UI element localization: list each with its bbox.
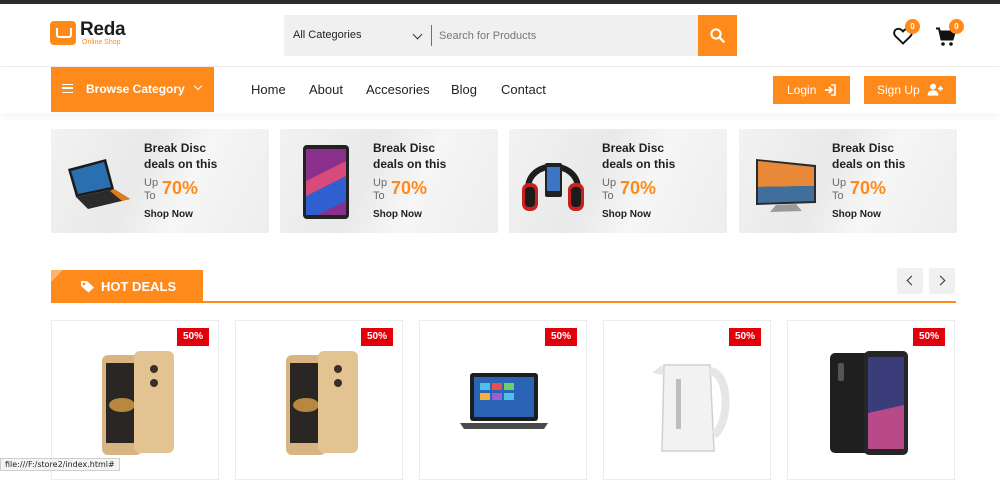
section-divider — [51, 301, 956, 303]
carousel-next-button[interactable] — [929, 268, 955, 294]
kettle-icon — [652, 364, 730, 452]
promo-title-line-1: Break Disc — [832, 141, 895, 155]
promo-percent: 70% — [850, 178, 887, 198]
promo-card[interactable]: Break Disc deals on this Up To 70% Shop … — [739, 129, 957, 233]
carousel-prev-button[interactable] — [897, 268, 923, 294]
gold-phone-icon — [102, 351, 174, 455]
shop-now-link[interactable]: Shop Now — [373, 209, 422, 220]
brand-tagline: Online Shop — [82, 39, 121, 46]
promo-card[interactable]: Break Disc deals on this Up To 70% Shop … — [509, 129, 727, 233]
browse-category-label: Browse Category — [86, 82, 185, 96]
nav-link-about[interactable]: About — [309, 82, 343, 97]
promo-percent: 70% — [162, 178, 199, 198]
promo-title-line-1: Break Disc — [373, 141, 436, 155]
nav-link-contact[interactable]: Contact — [501, 82, 546, 97]
promo-to-text: To — [832, 190, 844, 202]
tab-notch — [51, 270, 63, 282]
shop-now-link[interactable]: Shop Now — [144, 209, 193, 220]
cart-count-badge: 0 — [949, 19, 964, 34]
browse-category-button[interactable]: Browse Category — [51, 67, 214, 112]
promo-title-line-2: deals on this — [602, 157, 676, 171]
search-button[interactable] — [698, 15, 737, 56]
black-phone-icon — [830, 351, 908, 455]
user-plus-icon — [927, 83, 943, 96]
product-card[interactable]: 50% — [419, 320, 587, 480]
promo-card[interactable]: Break Disc deals on this Up To 70% Shop … — [280, 129, 498, 233]
shop-now-link[interactable]: Shop Now — [602, 209, 651, 220]
promo-percent: 70% — [620, 178, 657, 198]
monitor-icon — [756, 159, 816, 212]
gold-phone-icon — [286, 351, 358, 455]
brand-logo[interactable]: Reda Online Shop — [50, 19, 140, 51]
product-card[interactable]: 50% — [235, 320, 403, 480]
main-nav: Browse Category Home About Accesories Bl… — [0, 67, 1000, 113]
promo-up-text: Up — [602, 177, 617, 189]
chevron-down-icon — [193, 81, 203, 91]
shop-now-link[interactable]: Shop Now — [832, 209, 881, 220]
nav-link-home[interactable]: Home — [251, 82, 286, 97]
login-label: Login — [787, 83, 817, 97]
sign-in-icon — [825, 84, 836, 96]
search-bar: All Categories — [284, 15, 737, 56]
tag-icon — [81, 281, 94, 293]
nav-link-accesories[interactable]: Accesories — [366, 82, 430, 97]
cart-logo-icon — [50, 21, 76, 45]
promo-title-line-1: Break Disc — [144, 141, 207, 155]
promo-title-line-1: Break Disc — [602, 141, 665, 155]
wishlist-count-badge: 0 — [905, 19, 920, 34]
chevron-down-icon — [412, 29, 423, 40]
browser-status-bar: file:///F:/store2/index.html# — [0, 458, 120, 471]
search-icon — [710, 28, 725, 43]
product-card[interactable]: 50% — [787, 320, 955, 480]
promo-up-text: Up — [832, 177, 847, 189]
laptop-icon — [460, 373, 548, 429]
promo-percent: 70% — [391, 178, 428, 198]
promo-up-text: Up — [144, 177, 159, 189]
hot-deals-title: HOT DEALS — [101, 279, 177, 294]
sign-up-label: Sign Up — [877, 83, 920, 97]
category-select[interactable]: All Categories — [284, 15, 432, 56]
laptop-icon — [68, 159, 130, 209]
product-card[interactable]: 50% — [51, 320, 219, 480]
headphones-icon — [522, 163, 584, 211]
cart-button[interactable]: 0 — [935, 19, 964, 47]
hot-deals-tab: HOT DEALS — [51, 270, 203, 303]
promo-up-text: Up — [373, 177, 388, 189]
category-select-value: All Categories — [293, 29, 362, 41]
promo-to-text: To — [602, 190, 614, 202]
sign-up-button[interactable]: Sign Up — [864, 76, 956, 104]
brand-name: Reda — [80, 19, 126, 40]
tablet-icon — [303, 145, 349, 219]
promo-title-line-2: deals on this — [832, 157, 906, 171]
promo-to-text: To — [144, 190, 156, 202]
login-button[interactable]: Login — [773, 76, 850, 104]
promo-to-text: To — [373, 190, 385, 202]
promo-title-line-2: deals on this — [373, 157, 447, 171]
product-card[interactable]: 50% — [603, 320, 771, 480]
promo-title-line-2: deals on this — [144, 157, 218, 171]
site-header: Reda Online Shop All Categories 0 0 — [0, 4, 1000, 67]
promo-card[interactable]: Break Disc deals on this Up To 70% Shop … — [51, 129, 269, 233]
menu-icon — [62, 84, 73, 93]
wishlist-button[interactable]: 0 — [893, 19, 920, 47]
nav-link-blog[interactable]: Blog — [451, 82, 477, 97]
search-input[interactable] — [433, 15, 697, 56]
search-divider — [431, 25, 432, 46]
